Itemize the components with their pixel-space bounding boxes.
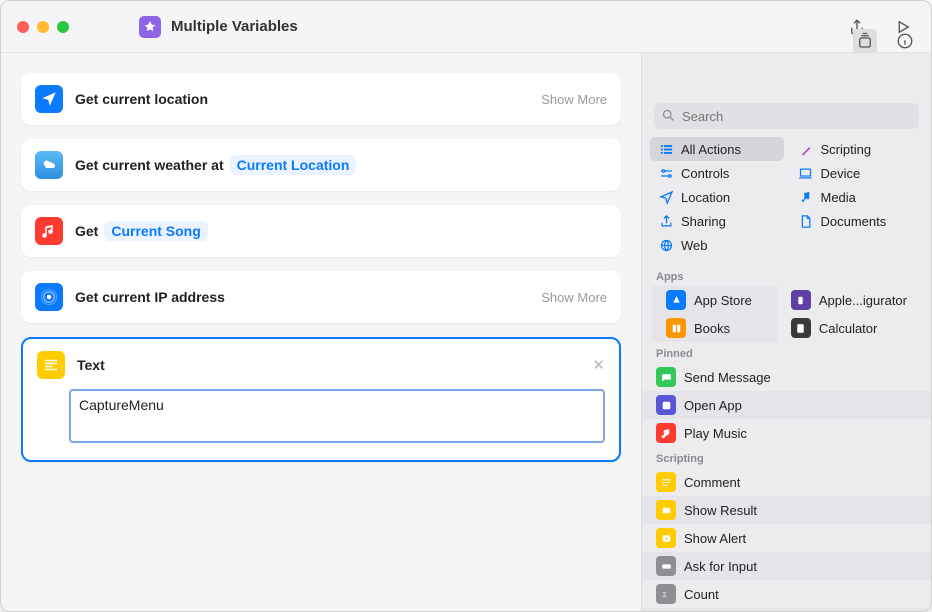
shortcut-icon <box>139 16 161 38</box>
close-window-button[interactable] <box>17 21 29 33</box>
count-icon: Σ <box>656 584 676 604</box>
music-icon <box>35 217 63 245</box>
content: Get current location Show More Get curre… <box>1 53 931 611</box>
lib-item-play-music[interactable]: Play Music <box>642 419 931 447</box>
play-music-icon <box>656 423 676 443</box>
section-header-pinned: Pinned <box>642 342 931 363</box>
category-all-actions[interactable]: All Actions <box>650 137 784 161</box>
comment-icon <box>656 472 676 492</box>
lib-item-show-result[interactable]: Show Result <box>642 496 931 524</box>
show-more-button[interactable]: Show More <box>541 290 607 305</box>
lib-item-open-app[interactable]: Open App <box>642 391 931 419</box>
calculator-icon <box>791 318 811 338</box>
text-icon <box>37 351 65 379</box>
lib-item-ask-input[interactable]: Ask for Input <box>642 552 931 580</box>
workflow-canvas[interactable]: Get current location Show More Get curre… <box>1 53 641 611</box>
library-list[interactable]: Apps App Store Apple...igurator Books Ca… <box>642 265 931 611</box>
configurator-icon <box>791 290 811 310</box>
window-title: Multiple Variables <box>171 18 298 35</box>
category-scripting[interactable]: Scripting <box>790 137 924 161</box>
location-icon <box>35 85 63 113</box>
category-sharing[interactable]: Sharing <box>650 209 784 233</box>
appstore-icon <box>666 290 686 310</box>
input-icon <box>656 556 676 576</box>
search-box <box>654 103 919 129</box>
close-icon[interactable]: ✕ <box>592 356 605 374</box>
lib-item-count[interactable]: ΣCount <box>642 580 931 608</box>
show-more-button[interactable]: Show More <box>541 92 607 107</box>
result-icon <box>656 500 676 520</box>
action-label: Get <box>75 223 98 239</box>
app-item-calculator[interactable]: Calculator <box>777 314 921 342</box>
lib-item-send-message[interactable]: Send Message <box>642 363 931 391</box>
lib-item-choose-menu[interactable]: Choose from Menu <box>642 608 931 611</box>
app-item-appstore[interactable]: App Store <box>652 286 777 314</box>
category-documents[interactable]: Documents <box>790 209 924 233</box>
category-media[interactable]: Media <box>790 185 924 209</box>
action-get-location[interactable]: Get current location Show More <box>21 73 621 125</box>
category-controls[interactable]: Controls <box>650 161 784 185</box>
alert-icon <box>656 528 676 548</box>
svg-text:Σ: Σ <box>662 592 666 599</box>
action-label: Get current location <box>75 91 208 107</box>
window-controls <box>17 21 69 33</box>
open-app-icon <box>656 395 676 415</box>
window: Multiple Variables Get current location … <box>0 0 932 612</box>
category-location[interactable]: Location <box>650 185 784 209</box>
weather-icon <box>35 151 63 179</box>
books-icon <box>666 318 686 338</box>
category-web[interactable]: Web <box>650 233 784 257</box>
action-library: All Actions Scripting Controls Device Lo… <box>641 53 931 611</box>
lib-item-show-alert[interactable]: Show Alert <box>642 524 931 552</box>
action-get-ip[interactable]: Get current IP address Show More <box>21 271 621 323</box>
minimize-window-button[interactable] <box>37 21 49 33</box>
text-input-field[interactable] <box>69 389 605 443</box>
category-device[interactable]: Device <box>790 161 924 185</box>
search-icon <box>661 108 676 123</box>
section-header-scripting: Scripting <box>642 447 931 468</box>
search-input[interactable] <box>654 103 919 129</box>
message-icon <box>656 367 676 387</box>
network-icon <box>35 283 63 311</box>
titlebar: Multiple Variables <box>1 1 931 53</box>
category-grid: All Actions Scripting Controls Device Lo… <box>642 137 931 265</box>
action-get-song[interactable]: Get Current Song <box>21 205 621 257</box>
action-get-weather[interactable]: Get current weather at Current Location <box>21 139 621 191</box>
action-label: Get current IP address <box>75 289 225 305</box>
lib-item-comment[interactable]: Comment <box>642 468 931 496</box>
action-param[interactable]: Current Location <box>230 155 357 175</box>
action-label: Text <box>77 357 105 373</box>
action-label: Get current weather at <box>75 157 224 173</box>
app-item-books[interactable]: Books <box>652 314 777 342</box>
section-header-apps: Apps <box>642 265 931 286</box>
action-param[interactable]: Current Song <box>104 221 207 241</box>
action-text[interactable]: Text ✕ <box>21 337 621 462</box>
app-item-configurator[interactable]: Apple...igurator <box>777 286 921 314</box>
fullscreen-window-button[interactable] <box>57 21 69 33</box>
